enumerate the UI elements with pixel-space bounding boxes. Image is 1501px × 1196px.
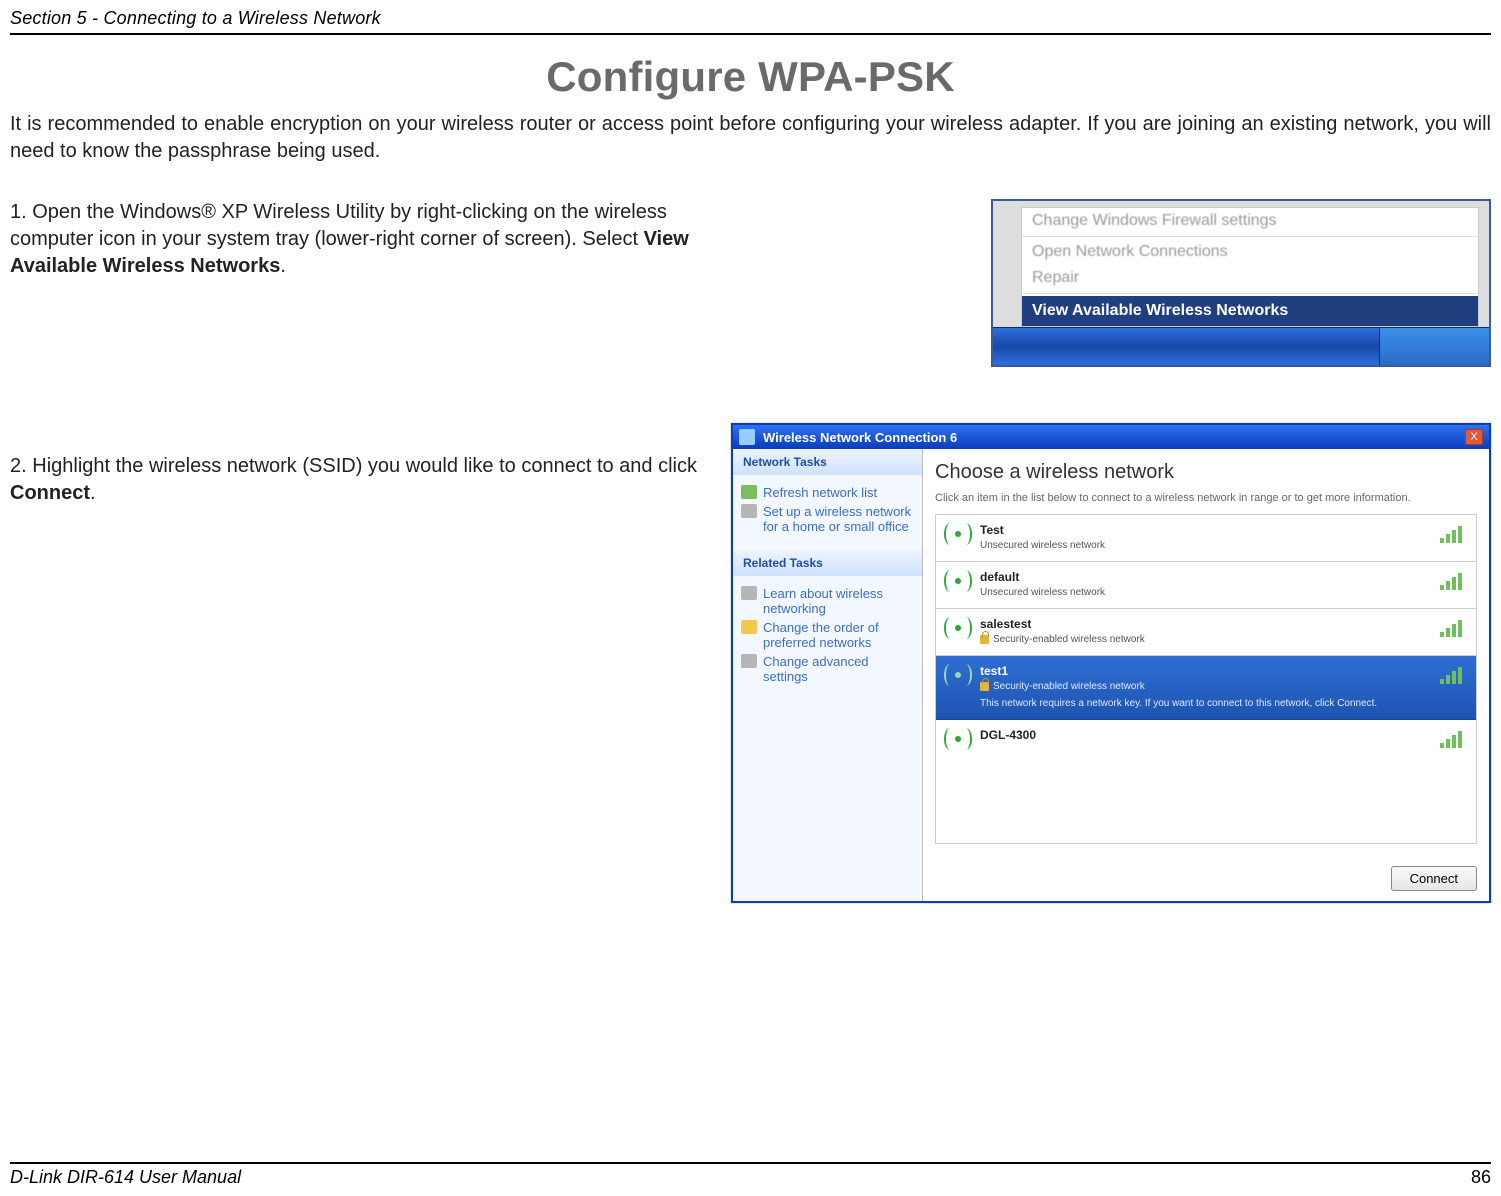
star-icon — [741, 620, 757, 634]
lock-icon — [980, 635, 989, 644]
network-desc: Security-enabled wireless network — [980, 634, 1466, 645]
network-extra-info: This network requires a network key. If … — [980, 698, 1466, 709]
dialog-titlebar: Wireless Network Connection 6 X — [733, 425, 1489, 449]
wifi-icon — [944, 617, 972, 639]
footer-left: D-Link DIR-614 User Manual — [10, 1167, 241, 1188]
step-2-image-col: Wireless Network Connection 6 X Network … — [731, 423, 1491, 903]
link-learn-wireless[interactable]: Learn about wireless networking — [741, 586, 914, 616]
main-heading: Choose a wireless network — [935, 461, 1477, 484]
page-footer: D-Link DIR-614 User Manual 86 — [10, 1162, 1491, 1188]
network-desc: Unsecured wireless network — [980, 540, 1466, 551]
page-title: Configure WPA-PSK — [10, 53, 1491, 101]
link-advanced-label: Change advanced settings — [763, 654, 914, 684]
sidebar-body-related-tasks: Learn about wireless networking Change t… — [733, 576, 922, 901]
network-desc-text: Security-enabled wireless network — [993, 681, 1145, 692]
sidebar: Network Tasks Refresh network list Set u… — [733, 449, 923, 901]
step-2-text: 2. Highlight the wireless network (SSID)… — [10, 423, 703, 507]
intro-paragraph: It is recommended to enable encryption o… — [10, 111, 1491, 165]
link-refresh-network-list[interactable]: Refresh network list — [741, 485, 914, 500]
network-desc-text: Security-enabled wireless network — [993, 634, 1145, 645]
menu-item-repair[interactable]: Repair — [1022, 265, 1478, 291]
sidebar-header-network-tasks: Network Tasks — [733, 449, 922, 475]
network-row-test[interactable]: Test Unsecured wireless network — [936, 515, 1476, 562]
step-1-row: 1. Open the Windows® XP Wireless Utility… — [10, 199, 1491, 367]
menu-separator — [1022, 293, 1478, 294]
network-name: Test — [980, 523, 1466, 537]
main-subheading: Click an item in the list below to conne… — [935, 492, 1477, 504]
refresh-icon — [741, 485, 757, 499]
step-1-body: Open the Windows® XP Wireless Utility by… — [10, 201, 667, 250]
signal-bars-icon — [1440, 572, 1462, 590]
signal-bars-icon — [1440, 619, 1462, 637]
dialog-main: Choose a wireless network Click an item … — [923, 449, 1489, 901]
settings-icon — [741, 654, 757, 668]
help-icon — [741, 586, 757, 600]
signal-bars-icon — [1440, 666, 1462, 684]
network-info: test1 Security-enabled wireless network … — [980, 664, 1466, 709]
link-advanced-settings[interactable]: Change advanced settings — [741, 654, 914, 684]
step-1-prefix: 1. — [10, 201, 32, 223]
wireless-dialog-screenshot: Wireless Network Connection 6 X Network … — [731, 423, 1491, 903]
menu-separator — [1022, 236, 1478, 237]
link-refresh-label: Refresh network list — [763, 485, 877, 500]
sidebar-header-related-tasks: Related Tasks — [733, 550, 922, 576]
connect-button[interactable]: Connect — [1391, 866, 1477, 891]
step-2-prefix: 2. — [10, 455, 32, 477]
network-name: DGL-4300 — [980, 728, 1466, 742]
menu-item-open-connections[interactable]: Open Network Connections — [1022, 239, 1478, 265]
menu-item-view-networks[interactable]: View Available Wireless Networks — [1022, 296, 1478, 326]
taskbar — [993, 327, 1489, 365]
network-list: Test Unsecured wireless network default — [935, 514, 1477, 844]
section-header: Section 5 - Connecting to a Wireless Net… — [10, 8, 1491, 35]
step-2-after: . — [90, 482, 96, 504]
titlebar-text: Wireless Network Connection 6 — [763, 430, 1457, 445]
page-number: 86 — [1471, 1167, 1491, 1188]
step-1-image-col: Change Windows Firewall settings Open Ne… — [738, 199, 1491, 367]
dialog-body: Network Tasks Refresh network list Set u… — [733, 449, 1489, 901]
systray — [1379, 328, 1489, 365]
network-row-dgl4300[interactable]: DGL-4300 — [936, 720, 1476, 760]
step-1-text: 1. Open the Windows® XP Wireless Utility… — [10, 199, 710, 280]
steps-container: 1. Open the Windows® XP Wireless Utility… — [10, 199, 1491, 903]
step-2-bold: Connect — [10, 482, 90, 504]
network-info: salestest Security-enabled wireless netw… — [980, 617, 1466, 645]
wifi-icon — [944, 664, 972, 686]
wifi-icon — [944, 570, 972, 592]
link-learn-label: Learn about wireless networking — [763, 586, 914, 616]
wifi-icon — [944, 523, 972, 545]
link-order-label: Change the order of preferred networks — [763, 620, 914, 650]
setup-icon — [741, 504, 757, 518]
titlebar-icon — [739, 429, 755, 445]
network-desc: Security-enabled wireless network — [980, 681, 1466, 692]
link-change-order[interactable]: Change the order of preferred networks — [741, 620, 914, 650]
network-info: DGL-4300 — [980, 728, 1466, 750]
network-desc: Unsecured wireless network — [980, 587, 1466, 598]
close-button[interactable]: X — [1465, 429, 1483, 445]
wifi-icon — [944, 728, 972, 750]
link-setup-network[interactable]: Set up a wireless network for a home or … — [741, 504, 914, 534]
network-info: Test Unsecured wireless network — [980, 523, 1466, 551]
step-2-body: Highlight the wireless network (SSID) yo… — [32, 455, 697, 477]
signal-bars-icon — [1440, 525, 1462, 543]
lock-icon — [980, 682, 989, 691]
menu-item-firewall[interactable]: Change Windows Firewall settings — [1022, 208, 1478, 234]
network-name: test1 — [980, 664, 1466, 678]
network-name: default — [980, 570, 1466, 584]
step-1-after: . — [280, 255, 286, 277]
network-row-test1-selected[interactable]: test1 Security-enabled wireless network … — [936, 656, 1476, 720]
network-row-default[interactable]: default Unsecured wireless network — [936, 562, 1476, 609]
network-row-salestest[interactable]: salestest Security-enabled wireless netw… — [936, 609, 1476, 656]
context-menu-box: Change Windows Firewall settings Open Ne… — [1021, 207, 1479, 327]
context-menu-screenshot: Change Windows Firewall settings Open Ne… — [991, 199, 1491, 367]
link-setup-label: Set up a wireless network for a home or … — [763, 504, 914, 534]
sidebar-body-network-tasks: Refresh network list Set up a wireless n… — [733, 475, 922, 550]
step-2-row: 2. Highlight the wireless network (SSID)… — [10, 423, 1491, 903]
network-info: default Unsecured wireless network — [980, 570, 1466, 598]
signal-bars-icon — [1440, 730, 1462, 748]
network-name: salestest — [980, 617, 1466, 631]
